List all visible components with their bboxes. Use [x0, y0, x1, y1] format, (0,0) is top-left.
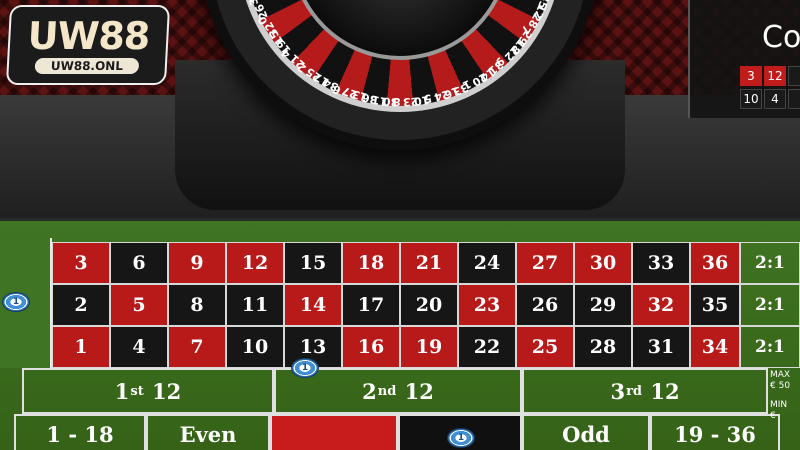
dozen-number: 1: [114, 378, 130, 404]
number-cell[interactable]: 27: [516, 242, 574, 284]
wheel-number: 8: [393, 95, 401, 108]
betting-chip[interactable]: 1: [447, 428, 475, 448]
number-cell[interactable]: 6: [110, 242, 168, 284]
number-cell[interactable]: 32: [632, 284, 690, 326]
number-cell[interactable]: 36: [690, 242, 740, 284]
min-value: €: [770, 411, 776, 421]
dozen-suffix: nd: [377, 383, 397, 399]
number-cell[interactable]: 17: [342, 284, 400, 326]
dozen-label: 12: [404, 378, 434, 404]
number-cell[interactable]: 26: [516, 284, 574, 326]
history-result: 10: [740, 89, 762, 109]
number-cell[interactable]: 8: [168, 284, 226, 326]
number-cell[interactable]: 3: [52, 242, 110, 284]
number-cell[interactable]: 28: [574, 326, 632, 368]
history-result: 4: [764, 89, 786, 109]
number-cell[interactable]: 31: [632, 326, 690, 368]
dozen-suffix: st: [130, 383, 144, 399]
number-cell[interactable]: 10: [226, 326, 284, 368]
column-bet[interactable]: 2:1: [740, 242, 800, 284]
number-cell[interactable]: 22: [458, 326, 516, 368]
number-cell[interactable]: 21: [400, 242, 458, 284]
betting-chip[interactable]: 1: [2, 292, 30, 312]
number-cell[interactable]: 2: [52, 284, 110, 326]
red-bet[interactable]: [270, 414, 398, 450]
dozen-number: 2: [362, 378, 377, 404]
number-cell[interactable]: 4: [110, 326, 168, 368]
logo-text: UW88: [26, 14, 151, 58]
number-cell[interactable]: 25: [516, 326, 574, 368]
history-result: 12: [764, 66, 786, 86]
number-cell[interactable]: 9: [168, 242, 226, 284]
number-cell[interactable]: 5: [110, 284, 168, 326]
history-result: [788, 66, 800, 86]
number-cell[interactable]: 20: [400, 284, 458, 326]
number-cell[interactable]: 12: [226, 242, 284, 284]
low-1-18-bet[interactable]: 1 - 18: [14, 414, 146, 450]
history-title: Co: [762, 20, 800, 55]
number-cell[interactable]: 18: [342, 242, 400, 284]
even-bet[interactable]: Even: [146, 414, 270, 450]
number-cell[interactable]: 14: [284, 284, 342, 326]
dozen-label: 12: [152, 378, 182, 404]
max-label: MAX: [770, 370, 791, 380]
number-cell[interactable]: 15: [284, 242, 342, 284]
history-row: 10 4: [740, 89, 800, 109]
results-history-panel[interactable]: Co 3 12 10 4: [688, 0, 800, 118]
first-dozen-bet[interactable]: 1st 12: [22, 368, 274, 414]
odd-bet[interactable]: Odd: [522, 414, 650, 450]
dozen-label: 12: [650, 378, 680, 404]
third-dozen-bet[interactable]: 3rd 12: [522, 368, 768, 414]
column-bet[interactable]: 2:1: [740, 284, 800, 326]
history-result: 3: [740, 66, 762, 86]
betting-chip[interactable]: 1: [291, 358, 319, 378]
number-cell[interactable]: 16: [342, 326, 400, 368]
table-limits: MAX € 50 MIN €: [770, 370, 800, 430]
dozen-suffix: rd: [626, 383, 643, 399]
number-cell[interactable]: 30: [574, 242, 632, 284]
number-cell[interactable]: 23: [458, 284, 516, 326]
number-cell[interactable]: 35: [690, 284, 740, 326]
number-cell[interactable]: 34: [690, 326, 740, 368]
number-cell[interactable]: 19: [400, 326, 458, 368]
number-cell[interactable]: 24: [458, 242, 516, 284]
high-19-36-bet[interactable]: 19 - 36: [650, 414, 780, 450]
column-bet[interactable]: 2:1: [740, 326, 800, 368]
history-row: 3 12: [740, 66, 800, 86]
number-cell[interactable]: 11: [226, 284, 284, 326]
number-cell[interactable]: 29: [574, 284, 632, 326]
logo-domain: UW88.ONL: [34, 58, 140, 74]
number-cell[interactable]: 7: [168, 326, 226, 368]
max-value: € 50: [770, 381, 791, 391]
min-label: MIN: [770, 400, 788, 410]
number-cell[interactable]: 33: [632, 242, 690, 284]
history-result: [788, 89, 800, 109]
dozen-number: 3: [610, 378, 626, 404]
site-logo: UW88 UW88.ONL: [5, 5, 171, 85]
number-cell[interactable]: 1: [52, 326, 110, 368]
